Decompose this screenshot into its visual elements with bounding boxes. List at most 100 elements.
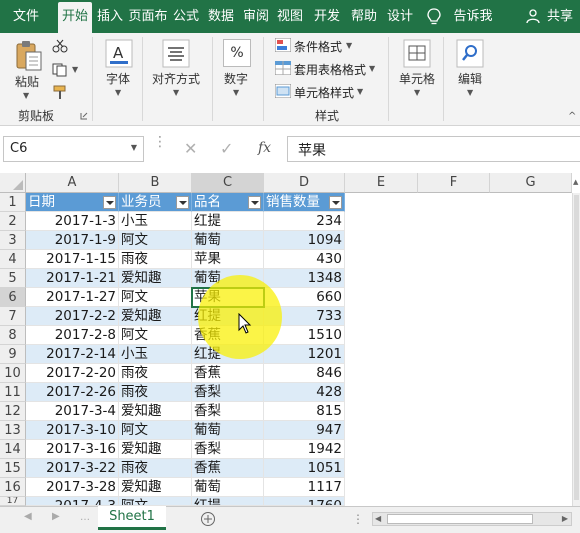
row-header[interactable]: 3: [0, 231, 26, 250]
align-icon[interactable]: [162, 39, 190, 69]
quantity-cell[interactable]: 1201: [264, 345, 345, 364]
cancel-icon[interactable]: ✕: [184, 139, 197, 158]
format-painter-icon[interactable]: [52, 85, 68, 101]
chevron-down-icon[interactable]: ▼: [369, 64, 375, 73]
share-button[interactable]: 共享: [543, 0, 577, 33]
table-header-quantity[interactable]: 销售数量: [264, 193, 345, 212]
cells-button[interactable]: 单元格: [399, 70, 435, 87]
cells-icon[interactable]: [403, 39, 431, 69]
format-as-table-button[interactable]: 套用表格格式: [294, 61, 366, 78]
product-cell[interactable]: 葡萄: [192, 478, 264, 497]
row-header[interactable]: 10: [0, 364, 26, 383]
quantity-cell[interactable]: 947: [264, 421, 345, 440]
quantity-cell[interactable]: 846: [264, 364, 345, 383]
tab-formulas[interactable]: 公式: [170, 0, 202, 33]
date-cell[interactable]: 2017-2-20: [26, 364, 119, 383]
table-header-salesperson[interactable]: 业务员: [119, 193, 192, 212]
product-cell[interactable]: 香蕉: [192, 459, 264, 478]
font-icon[interactable]: A: [105, 39, 133, 69]
quantity-cell[interactable]: 1760: [264, 497, 345, 506]
date-cell[interactable]: 2017-2-14: [26, 345, 119, 364]
chevron-down-icon[interactable]: ▼: [346, 41, 352, 50]
quantity-cell[interactable]: 428: [264, 383, 345, 402]
paste-icon[interactable]: [14, 39, 44, 73]
scroll-right-icon[interactable]: ▶: [562, 514, 568, 523]
date-cell[interactable]: 2017-1-15: [26, 250, 119, 269]
column-header-g[interactable]: G: [490, 173, 572, 193]
quantity-cell[interactable]: 234: [264, 212, 345, 231]
more-sheets-icon[interactable]: …: [80, 512, 90, 523]
date-cell[interactable]: 2017-1-27: [26, 288, 119, 307]
scroll-sheets-right-icon[interactable]: ▶: [52, 511, 60, 522]
salesperson-cell[interactable]: 雨夜: [119, 250, 192, 269]
chevron-down-icon[interactable]: ▼: [115, 88, 121, 97]
insert-function-button[interactable]: fx: [258, 140, 271, 156]
dialog-launcher-icon[interactable]: [80, 112, 88, 120]
date-cell[interactable]: 2017-4-3: [26, 497, 119, 506]
alignment-button[interactable]: 对齐方式: [152, 70, 200, 87]
column-header-d[interactable]: D: [264, 173, 345, 193]
number-format-button[interactable]: 数字: [224, 70, 248, 87]
row-header[interactable]: 7: [0, 307, 26, 326]
enter-icon[interactable]: ✓: [220, 139, 233, 158]
conditional-format-icon[interactable]: [275, 38, 291, 52]
collapse-ribbon-icon[interactable]: ^: [568, 111, 576, 122]
row-header[interactable]: 8: [0, 326, 26, 345]
name-box[interactable]: C6 ▼: [3, 136, 144, 162]
salesperson-cell[interactable]: 爱知趣: [119, 269, 192, 288]
tab-data[interactable]: 数据: [204, 0, 238, 33]
salesperson-cell[interactable]: 雨夜: [119, 383, 192, 402]
tab-home[interactable]: 开始: [58, 2, 92, 33]
date-cell[interactable]: 2017-1-21: [26, 269, 119, 288]
row-header[interactable]: 4: [0, 250, 26, 269]
date-cell[interactable]: 2017-2-8: [26, 326, 119, 345]
tab-design[interactable]: 设计: [384, 0, 416, 33]
filter-dropdown-icon[interactable]: [176, 196, 189, 209]
select-all-button[interactable]: [0, 173, 26, 193]
column-header-e[interactable]: E: [345, 173, 418, 193]
row-header[interactable]: 14: [0, 440, 26, 459]
row-header[interactable]: 13: [0, 421, 26, 440]
filter-dropdown-icon[interactable]: [329, 196, 342, 209]
tab-view[interactable]: 视图: [274, 0, 306, 33]
cell-styles-icon[interactable]: [275, 84, 291, 98]
chevron-down-icon[interactable]: ▼: [131, 143, 137, 152]
salesperson-cell[interactable]: 爱知趣: [119, 307, 192, 326]
vertical-scroll-thumb[interactable]: [574, 195, 579, 500]
quantity-cell[interactable]: 1094: [264, 231, 345, 250]
row-header[interactable]: 1: [0, 193, 26, 212]
row-header[interactable]: 17: [0, 497, 26, 506]
scroll-left-icon[interactable]: ◀: [375, 514, 381, 523]
column-header-a[interactable]: A: [26, 173, 119, 193]
product-cell[interactable]: 香蕉: [192, 364, 264, 383]
salesperson-cell[interactable]: 阿文: [119, 288, 192, 307]
tab-help[interactable]: 帮助: [348, 0, 380, 33]
row-header[interactable]: 6: [0, 288, 26, 307]
tab-page-layout[interactable]: 页面布: [128, 0, 168, 33]
date-cell[interactable]: 2017-3-4: [26, 402, 119, 421]
filter-dropdown-icon[interactable]: [103, 196, 116, 209]
salesperson-cell[interactable]: 小玉: [119, 345, 192, 364]
row-header[interactable]: 12: [0, 402, 26, 421]
salesperson-cell[interactable]: 爱知趣: [119, 440, 192, 459]
salesperson-cell[interactable]: 爱知趣: [119, 478, 192, 497]
table-header-date[interactable]: 日期: [26, 193, 119, 212]
chevron-down-icon[interactable]: ▼: [173, 88, 179, 97]
product-cell[interactable]: 苹果: [192, 250, 264, 269]
copy-icon[interactable]: [52, 63, 70, 77]
chevron-down-icon[interactable]: ▼: [23, 91, 29, 100]
product-cell[interactable]: 葡萄: [192, 421, 264, 440]
scroll-sheets-left-icon[interactable]: ◀: [24, 511, 32, 522]
table-header-product[interactable]: 品名: [192, 193, 264, 212]
salesperson-cell[interactable]: 爱知趣: [119, 402, 192, 421]
tell-me-search[interactable]: 告诉我: [448, 0, 498, 33]
add-sheet-icon[interactable]: [200, 511, 216, 527]
row-header[interactable]: 16: [0, 478, 26, 497]
salesperson-cell[interactable]: 阿文: [119, 421, 192, 440]
quantity-cell[interactable]: 1942: [264, 440, 345, 459]
quantity-cell[interactable]: 1348: [264, 269, 345, 288]
chevron-down-icon[interactable]: ▼: [467, 88, 473, 97]
lightbulb-icon[interactable]: [425, 7, 443, 27]
filter-dropdown-icon[interactable]: [248, 196, 261, 209]
formula-bar-grip-icon[interactable]: ⋮: [153, 135, 167, 156]
